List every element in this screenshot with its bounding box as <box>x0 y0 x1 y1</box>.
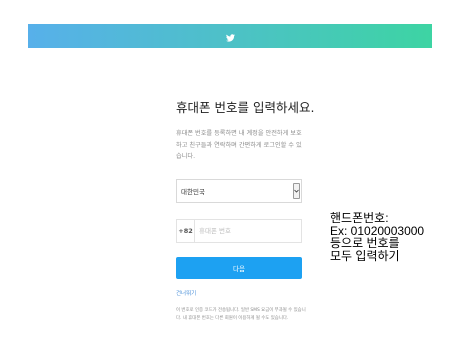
chevron-down-icon[interactable] <box>293 183 300 199</box>
next-button[interactable]: 다음 <box>176 257 302 279</box>
page-title: 휴대폰 번호를 입력하세요. <box>176 100 315 115</box>
description-text: 휴대폰 번호를 등록하면 내 계정을 안전하게 보호하고 친구들과 연락하며 간… <box>176 130 302 161</box>
phone-input-group: +82 <box>176 219 302 243</box>
annotation-line: 핸드폰번호: <box>330 211 389 225</box>
country-select-value: 대한민국 <box>181 188 205 196</box>
country-select[interactable]: 대한민국 <box>176 179 302 203</box>
sms-notice: 이 번호로 인증 코드가 전송됩니다. 일반 SMS 요금이 부과될 수 있습니… <box>176 308 306 321</box>
skip-link[interactable]: 건너뛰기 <box>176 289 196 297</box>
twitter-bird-icon <box>225 27 235 46</box>
country-code: +82 <box>177 220 195 242</box>
instruction-annotation: 핸드폰번호: Ex: 01020003000 등으로 번호를 모두 입력하기 <box>330 212 424 262</box>
phone-number-input[interactable] <box>195 220 301 242</box>
annotation-line: 모두 입력하기 <box>330 248 400 263</box>
header-bar <box>28 24 432 48</box>
annotation-line: 등으로 번호를 <box>330 236 400 250</box>
